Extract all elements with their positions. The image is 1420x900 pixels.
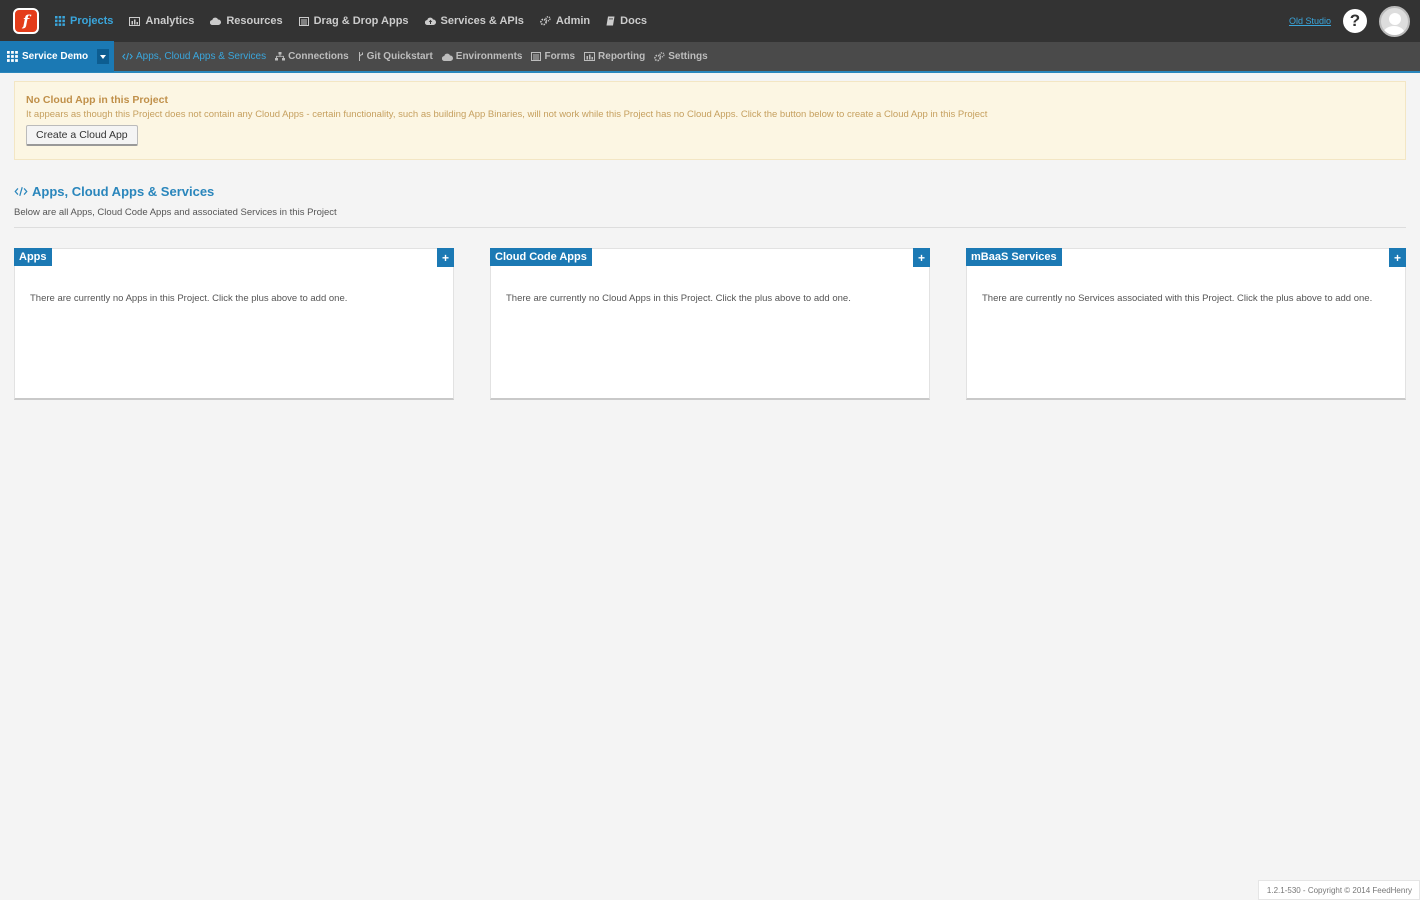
tab-apps-cloud-apps-services[interactable]: Apps, Cloud Apps & Services xyxy=(120,41,273,72)
list-icon xyxy=(531,52,542,61)
add-cloud-app-button[interactable]: + xyxy=(913,248,930,267)
panel-label: Cloud Code Apps xyxy=(490,248,592,266)
bar-chart-icon xyxy=(584,52,596,61)
page-subtitle: Below are all Apps, Cloud Code Apps and … xyxy=(14,207,1406,228)
nav-resources[interactable]: Resources xyxy=(202,0,290,42)
list-icon xyxy=(298,16,309,26)
project-name: Service Demo xyxy=(22,51,89,62)
nav-drag-drop-apps[interactable]: Drag & Drop Apps xyxy=(291,0,417,42)
tab-settings[interactable]: Settings xyxy=(652,41,714,72)
apps-panel: Apps + There are currently no Apps in th… xyxy=(14,248,454,400)
tab-reporting[interactable]: Reporting xyxy=(582,41,652,72)
main-nav: Projects Analytics Resources Drag & Drop… xyxy=(47,0,655,42)
no-cloud-app-alert: No Cloud App in this Project It appears … xyxy=(14,81,1406,160)
project-selector[interactable]: Service Demo xyxy=(0,41,114,72)
cloud-icon xyxy=(210,17,222,25)
cloud-upload-icon xyxy=(424,17,436,25)
chevron-down-icon[interactable] xyxy=(97,49,109,64)
nav-analytics[interactable]: Analytics xyxy=(121,0,202,42)
cloud-code-apps-panel: Cloud Code Apps + There are currently no… xyxy=(490,248,930,400)
bar-chart-icon xyxy=(129,16,141,26)
nav-projects[interactable]: Projects xyxy=(47,0,121,42)
tab-environments[interactable]: Environments xyxy=(440,41,530,72)
tab-git-quickstart[interactable]: Git Quickstart xyxy=(356,41,440,72)
mbaas-services-panel: mBaaS Services + There are currently no … xyxy=(966,248,1406,400)
panel-label: Apps xyxy=(14,248,52,266)
panels-row: Apps + There are currently no Apps in th… xyxy=(14,248,1406,400)
main-content: No Cloud App in this Project It appears … xyxy=(0,73,1420,400)
cloud-icon xyxy=(441,53,453,61)
tab-forms[interactable]: Forms xyxy=(529,41,582,72)
add-app-button[interactable]: + xyxy=(437,248,454,267)
tab-connections[interactable]: Connections xyxy=(273,41,356,72)
nav-services-apis[interactable]: Services & APIs xyxy=(417,0,532,42)
panel-empty-text: There are currently no Apps in this Proj… xyxy=(30,293,348,304)
add-service-button[interactable]: + xyxy=(1389,248,1406,267)
code-icon xyxy=(122,52,133,61)
avatar[interactable] xyxy=(1379,5,1410,37)
page-title: Apps, Cloud Apps & Services xyxy=(14,184,1406,199)
nav-admin[interactable]: Admin xyxy=(532,0,598,42)
project-tabs: Apps, Cloud Apps & Services Connections … xyxy=(120,41,715,72)
alert-text: It appears as though this Project does n… xyxy=(26,109,988,120)
version-footer: 1.2.1-530 - Copyright © 2014 FeedHenry xyxy=(1257,880,1420,900)
alert-title: No Cloud App in this Project xyxy=(26,94,168,106)
sitemap-icon xyxy=(275,52,286,61)
project-navbar: Service Demo Apps, Cloud Apps & Services… xyxy=(0,41,1420,73)
cogs-icon xyxy=(540,16,551,26)
cogs-icon xyxy=(654,51,665,62)
create-cloud-app-button[interactable]: Create a Cloud App xyxy=(26,125,138,146)
panel-label: mBaaS Services xyxy=(966,248,1062,266)
grid-icon xyxy=(55,16,65,26)
branch-icon xyxy=(358,52,364,61)
code-icon xyxy=(14,186,28,197)
help-icon[interactable]: ? xyxy=(1343,9,1367,33)
feedhenry-logo[interactable]: f xyxy=(13,8,39,34)
top-navbar: f Projects Analytics Resources Drag & Dr… xyxy=(0,0,1420,42)
book-icon xyxy=(606,16,615,26)
old-studio-link[interactable]: Old Studio xyxy=(1289,16,1331,26)
nav-docs[interactable]: Docs xyxy=(598,0,655,42)
grid-icon xyxy=(7,51,18,62)
